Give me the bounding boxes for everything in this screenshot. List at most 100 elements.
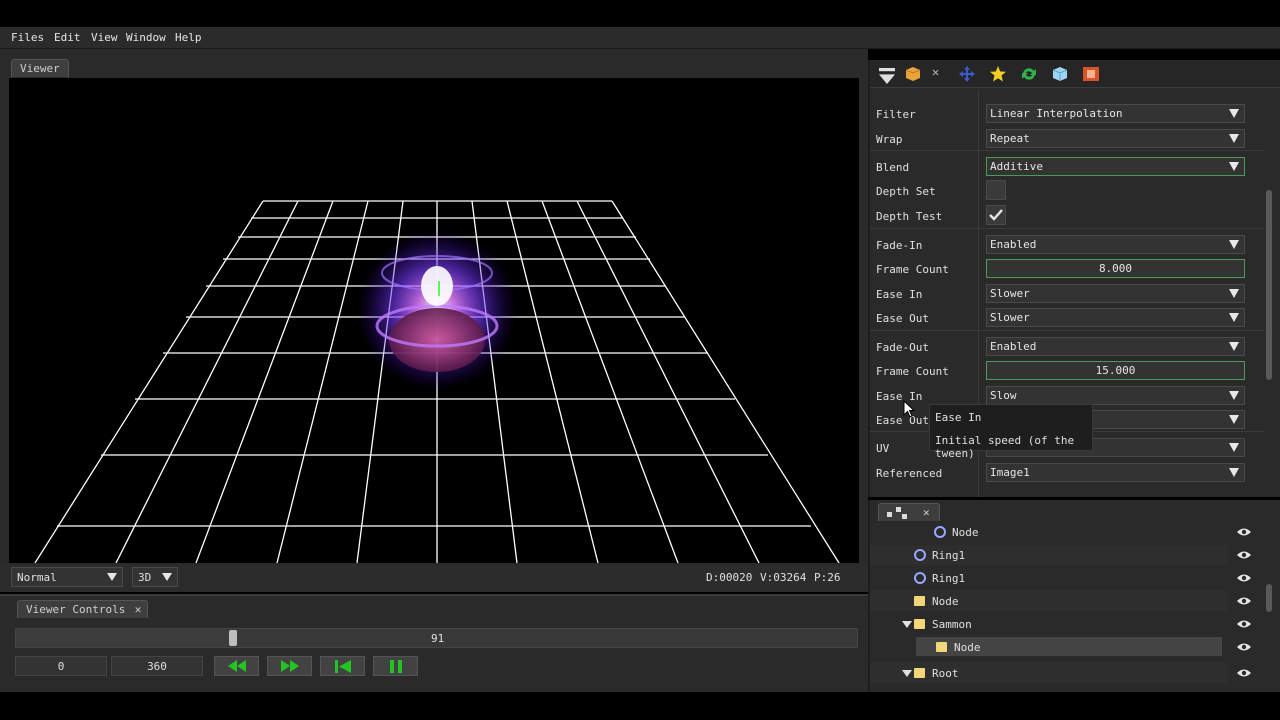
menu-window[interactable]: Window — [126, 31, 166, 44]
property-divider — [870, 228, 1265, 229]
pause-button[interactable] — [373, 656, 418, 676]
chevron-down-icon — [1229, 468, 1239, 477]
property-select-value: Slow — [990, 389, 1017, 402]
property-select-value: Enabled — [990, 238, 1037, 251]
property-select-value: Slower — [990, 287, 1030, 300]
property-scrollbar[interactable] — [1266, 190, 1272, 380]
property-number-input[interactable]: 8.000 — [986, 259, 1245, 278]
close-icon[interactable]: ✕ — [135, 603, 142, 616]
tab-node-tree[interactable]: ✕ — [878, 503, 940, 521]
chevron-down-icon — [1229, 240, 1239, 249]
close-icon[interactable]: ✕ — [932, 65, 950, 81]
visibility-eye-icon[interactable] — [1236, 573, 1252, 583]
fast-forward-button[interactable] — [267, 656, 312, 676]
tree-scrollbar[interactable] — [1266, 584, 1272, 612]
visibility-eye-icon[interactable] — [1236, 619, 1252, 629]
rewind-button[interactable] — [214, 656, 259, 676]
visibility-eye-icon[interactable] — [1236, 527, 1252, 537]
tree-row[interactable]: Node — [870, 591, 1228, 611]
property-tabs: ✕ — [870, 60, 1280, 88]
status-vertex-count: V:03264 — [760, 571, 807, 584]
cube-icon[interactable] — [1051, 66, 1069, 82]
property-label: Fade-Out — [876, 341, 929, 354]
property-checkbox[interactable] — [986, 180, 1006, 200]
chevron-down-icon — [1229, 313, 1239, 322]
property-select[interactable]: Linear Interpolation — [986, 104, 1245, 123]
chevron-down-icon — [1229, 443, 1239, 452]
tree-item-label: Root — [932, 667, 959, 680]
visibility-eye-icon[interactable] — [1236, 550, 1252, 560]
property-select-value: Enabled — [990, 340, 1037, 353]
folder-node-icon — [914, 619, 925, 629]
property-label: Referenced — [876, 467, 943, 480]
property-label: Depth Set — [876, 185, 936, 198]
menu-help[interactable]: Help — [175, 31, 202, 44]
expand-toggle-icon[interactable] — [902, 621, 912, 628]
start-frame-input[interactable]: 0 — [15, 656, 107, 676]
property-select-value: Additive — [990, 160, 1043, 173]
frame-icon[interactable] — [1082, 66, 1100, 82]
tree-item-label: Ring1 — [932, 572, 966, 585]
move-icon[interactable] — [958, 66, 976, 82]
chevron-down-icon — [1229, 391, 1239, 400]
property-select-value: Slower — [990, 311, 1030, 324]
tree-row[interactable]: Root — [870, 663, 1228, 683]
expand-toggle-icon[interactable] — [902, 670, 912, 677]
timeline-handle[interactable] — [229, 630, 237, 646]
tooltip: Ease In Initial speed (of the tween) — [929, 404, 1093, 460]
tree-row[interactable]: Ring1 — [870, 568, 1228, 588]
property-select[interactable]: Additive — [986, 157, 1245, 176]
tree-row[interactable]: Sammon — [870, 614, 1228, 634]
property-select[interactable]: Enabled — [986, 337, 1245, 356]
dimension-select[interactable]: 3D — [132, 567, 178, 587]
property-select[interactable]: Image1 — [986, 463, 1245, 482]
skip-to-start-button[interactable] — [320, 656, 365, 676]
visibility-eye-icon[interactable] — [1236, 668, 1252, 678]
property-label: Ease In — [876, 390, 923, 403]
close-icon[interactable]: ✕ — [923, 506, 930, 519]
timeline-slider[interactable]: 91 — [15, 628, 858, 648]
property-select[interactable]: Slower — [986, 284, 1245, 303]
tree-row[interactable]: Node — [870, 522, 1228, 542]
node-tree-panel: ✕ Node Ring1 Ring1 Node Sammon Node Root — [868, 500, 1280, 692]
grid-floor — [34, 200, 840, 563]
render-mode-select[interactable]: Normal — [11, 567, 123, 587]
chevron-down-icon — [1229, 134, 1239, 143]
property-number-input[interactable]: 15.000 — [986, 361, 1245, 380]
visibility-eye-icon[interactable] — [1236, 642, 1252, 652]
tab-viewer-controls[interactable]: Viewer Controls ✕ — [17, 600, 149, 618]
menu-files[interactable]: Files — [11, 31, 44, 44]
status-draw-count: D:00020 — [706, 571, 753, 584]
rotate-icon[interactable] — [1020, 66, 1038, 82]
tree-row[interactable]: Node — [870, 637, 1228, 657]
star-icon[interactable] — [989, 66, 1007, 82]
tree-item-label: Node — [954, 641, 981, 654]
panel-menu-icon[interactable] — [878, 68, 896, 84]
property-select[interactable]: Slow — [986, 386, 1245, 405]
property-label: Filter — [876, 108, 916, 121]
property-label: Blend — [876, 161, 910, 174]
chevron-down-icon — [1229, 162, 1239, 171]
property-label: Wrap — [876, 133, 903, 146]
visibility-eye-icon[interactable] — [1236, 596, 1252, 606]
viewport-3d[interactable] — [9, 78, 859, 563]
end-frame-input[interactable]: 360 — [111, 656, 203, 676]
tree-item-label: Ring1 — [932, 549, 966, 562]
property-checkbox[interactable] — [986, 205, 1006, 225]
property-label: Frame Count — [876, 263, 949, 276]
property-label: Frame Count — [876, 365, 949, 378]
tooltip-title: Ease In — [935, 411, 982, 424]
property-select[interactable]: Slower — [986, 308, 1245, 327]
tree-row[interactable]: Ring1 — [870, 545, 1228, 565]
property-select[interactable]: Enabled — [986, 235, 1245, 254]
menu-view[interactable]: View — [91, 31, 118, 44]
menu-edit[interactable]: Edit — [54, 31, 81, 44]
box-icon[interactable] — [904, 66, 922, 82]
mouse-cursor-icon — [903, 400, 915, 418]
property-label: UV — [876, 442, 890, 455]
tab-viewer[interactable]: Viewer — [11, 59, 69, 77]
ring-node-icon — [914, 549, 926, 561]
property-select[interactable]: Repeat — [986, 129, 1245, 148]
timeline-fill — [16, 629, 229, 647]
property-select-value: Image1 — [990, 466, 1030, 479]
